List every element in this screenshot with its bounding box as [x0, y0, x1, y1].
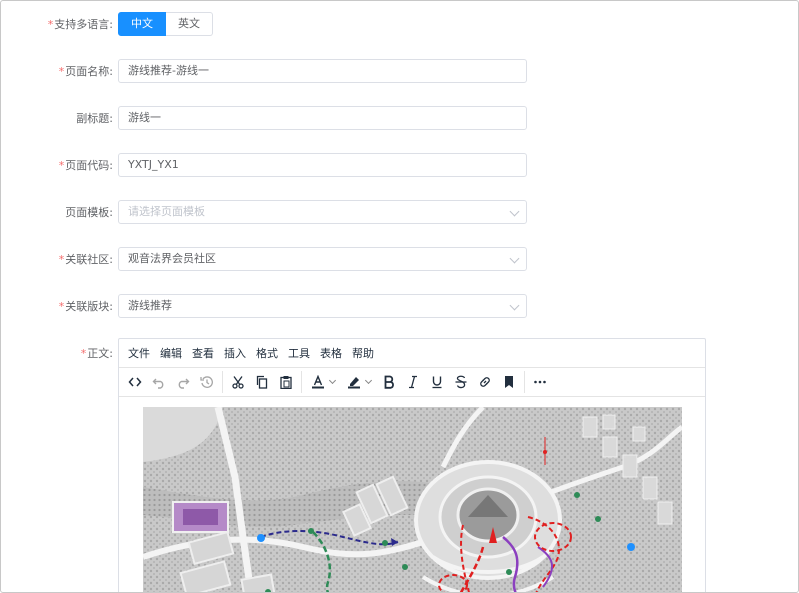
page-template-label: 页面模板: — [65, 206, 113, 219]
page-code-label: *页面代码: — [58, 159, 113, 172]
cut-icon[interactable] — [226, 371, 250, 393]
bookmark-icon[interactable] — [497, 371, 521, 393]
highlight-color-icon[interactable] — [341, 375, 377, 389]
toolbar-divider — [301, 371, 302, 393]
italic-icon[interactable] — [401, 371, 425, 393]
menu-file[interactable]: 文件 — [123, 339, 155, 368]
chevron-down-icon — [509, 253, 520, 264]
chevron-down-icon — [509, 300, 520, 311]
language-english-button[interactable]: 英文 — [166, 12, 213, 36]
form-row-page-template: 页面模板: 请选择页面模板 — [1, 200, 798, 224]
page-template-placeholder: 请选择页面模板 — [128, 205, 205, 218]
page-name-input[interactable]: 游线推荐-游线一 — [118, 59, 527, 83]
link-icon[interactable] — [473, 371, 497, 393]
menu-edit[interactable]: 编辑 — [155, 339, 187, 368]
community-select[interactable]: 观音法界会员社区 — [118, 247, 527, 271]
menu-insert[interactable]: 插入 — [219, 339, 251, 368]
section-label: *关联版块: — [58, 300, 113, 313]
source-code-icon[interactable] — [123, 371, 147, 393]
redo-icon[interactable] — [171, 371, 195, 393]
editor-menubar: 文件 编辑 查看 插入 格式 工具 表格 帮助 — [119, 339, 705, 368]
page-name-label: *页面名称: — [58, 65, 113, 78]
bold-icon[interactable] — [377, 371, 401, 393]
toolbar-divider — [524, 371, 525, 393]
chevron-down-icon — [328, 376, 337, 385]
toolbar-divider — [222, 371, 223, 393]
menu-help[interactable]: 帮助 — [347, 339, 379, 368]
editor-toolbar — [119, 368, 705, 397]
form-row-subtitle: 副标题: 游线一 — [1, 106, 798, 130]
menu-format[interactable]: 格式 — [251, 339, 283, 368]
page-template-select[interactable]: 请选择页面模板 — [118, 200, 527, 224]
body-label: *正文: — [80, 347, 113, 360]
section-select[interactable]: 游线推荐 — [118, 294, 527, 318]
page-frame: *支持多语言: 中文 英文 *页面名称: 游线推荐-游线一 副标题: 游线一 *… — [0, 0, 799, 593]
community-value: 观音法界会员社区 — [128, 252, 216, 265]
language-chinese-button[interactable]: 中文 — [118, 12, 166, 36]
undo-icon[interactable] — [147, 371, 171, 393]
menu-tools[interactable]: 工具 — [283, 339, 315, 368]
editor-content-area[interactable] — [119, 407, 705, 592]
form-row-language: *支持多语言: 中文 英文 — [1, 12, 798, 36]
strikethrough-icon[interactable] — [449, 371, 473, 393]
language-toggle-group: 中文 英文 — [118, 12, 213, 36]
subtitle-label: 副标题: — [76, 112, 113, 125]
form-row-community: *关联社区: 观音法界会员社区 — [1, 247, 798, 271]
more-icon[interactable] — [528, 371, 552, 393]
form-row-section: *关联版块: 游线推荐 — [1, 294, 798, 318]
text-color-icon[interactable] — [305, 375, 341, 389]
form-row-page-name: *页面名称: 游线推荐-游线一 — [1, 59, 798, 83]
underline-icon[interactable] — [425, 371, 449, 393]
history-icon[interactable] — [195, 371, 219, 393]
scenic-route-map-image — [143, 407, 682, 592]
section-value: 游线推荐 — [128, 299, 172, 312]
chevron-down-icon — [509, 206, 520, 217]
page-code-input[interactable]: YXTJ_YX1 — [118, 153, 527, 177]
chevron-down-icon — [364, 376, 373, 385]
rich-text-editor: 文件 编辑 查看 插入 格式 工具 表格 帮助 — [118, 338, 706, 592]
subtitle-input[interactable]: 游线一 — [118, 106, 527, 130]
paste-icon[interactable] — [274, 371, 298, 393]
form-row-page-code: *页面代码: YXTJ_YX1 — [1, 153, 798, 177]
copy-icon[interactable] — [250, 371, 274, 393]
menu-view[interactable]: 查看 — [187, 339, 219, 368]
community-label: *关联社区: — [58, 253, 113, 266]
language-label: *支持多语言: — [47, 18, 113, 31]
menu-table[interactable]: 表格 — [315, 339, 347, 368]
